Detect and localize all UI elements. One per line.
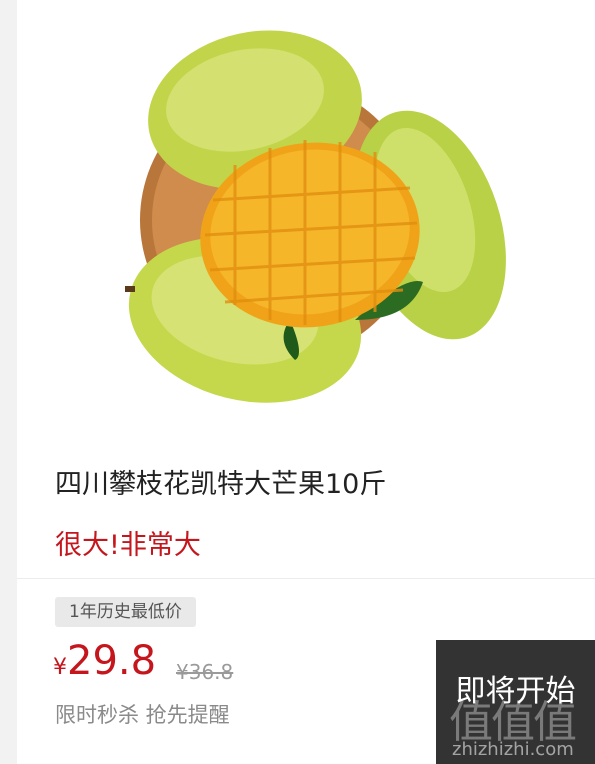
promo-text: 限时秒杀 抢先提醒: [55, 703, 230, 727]
price: ¥29.8: [53, 638, 156, 684]
mango-product-image[interactable]: [105, 20, 515, 420]
left-gutter: [0, 0, 17, 764]
divider: [17, 578, 595, 579]
watermark-url: zhizhizhi.com: [452, 739, 574, 760]
product-title[interactable]: 四川攀枝花凯特大芒果10斤: [55, 462, 386, 501]
price-value: 29.8: [67, 638, 157, 684]
currency-symbol: ¥: [53, 655, 67, 680]
product-subtitle: 很大!非常大: [55, 530, 201, 561]
original-price: ¥36.8: [176, 660, 234, 684]
lowest-price-badge: 1年历史最低价: [55, 597, 196, 627]
